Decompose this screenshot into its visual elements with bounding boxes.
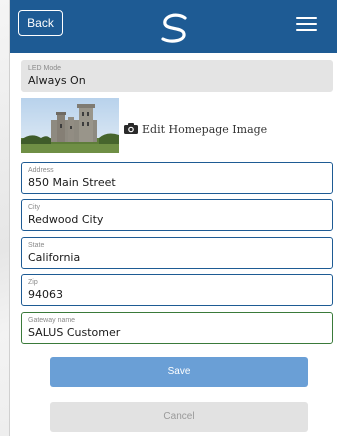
- menu-bar: [296, 29, 317, 31]
- address-field[interactable]: Address 850 Main Street: [21, 162, 333, 194]
- zip-field[interactable]: Zip 94063: [21, 274, 333, 306]
- led-mode-label: LED Mode: [28, 65, 62, 72]
- gateway-name-value: SALUS Customer: [28, 326, 121, 339]
- app-header: Back: [10, 0, 337, 53]
- homepage-image[interactable]: [21, 98, 119, 153]
- hamburger-menu-icon[interactable]: [296, 17, 317, 31]
- led-mode-field[interactable]: LED Mode Always On: [21, 60, 333, 92]
- city-field[interactable]: City Redwood City: [21, 199, 333, 231]
- castle-photo: [21, 98, 119, 153]
- cancel-button[interactable]: Cancel: [50, 402, 308, 432]
- state-value: California: [28, 251, 81, 264]
- address-value: 850 Main Street: [28, 176, 116, 189]
- zip-value: 94063: [28, 288, 63, 301]
- menu-bar: [296, 17, 317, 19]
- led-mode-value: Always On: [28, 74, 86, 87]
- salus-logo-icon: [161, 13, 187, 43]
- menu-bar: [296, 23, 317, 25]
- state-label: State: [28, 242, 45, 249]
- edit-homepage-image-link[interactable]: Edit Homepage Image: [142, 123, 267, 136]
- camera-icon[interactable]: [124, 123, 138, 134]
- gateway-name-field[interactable]: Gateway name SALUS Customer: [21, 312, 333, 344]
- zip-label: Zip: [28, 279, 38, 286]
- app-screen: Back LED Mode Always On Edit Homepage Im…: [9, 0, 337, 436]
- city-value: Redwood City: [28, 213, 104, 226]
- save-button[interactable]: Save: [50, 357, 308, 387]
- state-field[interactable]: State California: [21, 237, 333, 269]
- city-label: City: [28, 204, 41, 211]
- address-label: Address: [28, 167, 54, 174]
- back-button[interactable]: Back: [18, 10, 63, 36]
- gateway-name-label: Gateway name: [28, 317, 76, 324]
